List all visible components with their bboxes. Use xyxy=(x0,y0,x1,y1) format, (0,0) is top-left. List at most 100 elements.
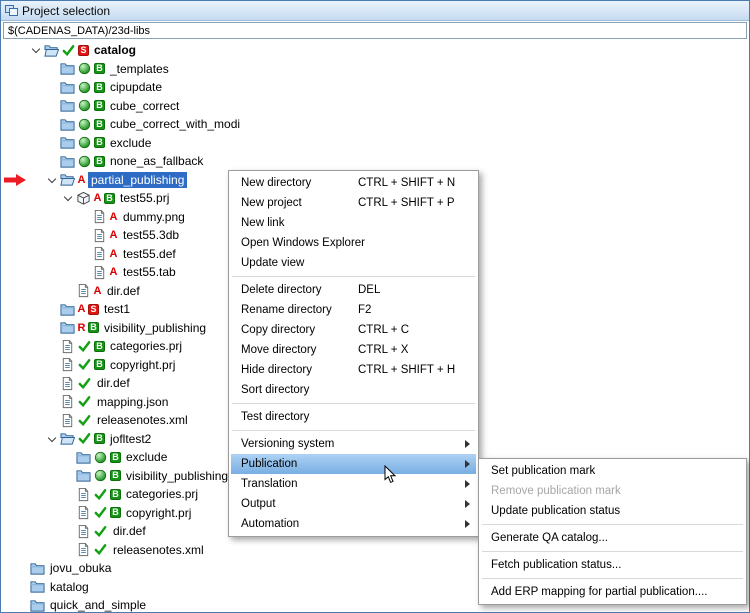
tree-item-label[interactable]: categories.prj xyxy=(107,338,185,354)
menu-item-move-directory[interactable]: Move directory CTRL + X xyxy=(231,340,476,360)
menu-item-versioning-system[interactable]: Versioning system xyxy=(231,434,476,454)
folder-open-icon xyxy=(60,431,75,446)
titlebar[interactable]: Project selection xyxy=(1,1,749,21)
orb-icon xyxy=(93,468,108,483)
tree-item-label[interactable]: copyright.prj xyxy=(107,357,178,373)
file-icon xyxy=(76,283,91,298)
tree-item-cube-correct[interactable]: Bcube_correct xyxy=(2,97,748,116)
menu-item-copy-directory[interactable]: Copy directory CTRL + C xyxy=(231,320,476,340)
tree-item-exclude[interactable]: Bexclude xyxy=(2,134,748,153)
menu-item-generate-qa-catalog[interactable]: Generate QA catalog... xyxy=(481,528,744,548)
tree-item-label[interactable]: releasenotes.xml xyxy=(94,412,191,428)
status-letter-a: A xyxy=(109,210,118,223)
tree-item-label[interactable]: jofltest2 xyxy=(107,431,154,447)
menu-item-translation[interactable]: Translation xyxy=(231,474,476,494)
tree-item-label[interactable]: releasenotes.xml xyxy=(110,542,207,558)
menu-item-publication[interactable]: Publication xyxy=(231,454,476,474)
menu-item-shortcut: CTRL + SHIFT + P xyxy=(358,197,455,209)
tree-item-label[interactable]: visibility_publishing xyxy=(101,320,209,336)
menu-item-label: New directory xyxy=(241,177,312,189)
menu-item-update-view[interactable]: Update view xyxy=(231,253,476,273)
tree-item-label[interactable]: copyright.prj xyxy=(123,505,194,521)
submenu-arrow-icon xyxy=(465,500,470,508)
menu-item-output[interactable]: Output xyxy=(231,494,476,514)
tree-item-label[interactable]: exclude xyxy=(123,449,170,465)
tree-item-cipupdate[interactable]: Bcipupdate xyxy=(2,78,748,97)
tree-item-none-as-fallback[interactable]: Bnone_as_fallback xyxy=(2,152,748,171)
menu-item-shortcut: CTRL + X xyxy=(358,344,409,356)
orb-icon xyxy=(77,117,92,132)
menu-item-fetch-publication-status[interactable]: Fetch publication status... xyxy=(481,555,744,575)
menu-item-test-directory[interactable]: Test directory xyxy=(231,407,476,427)
expander-icon[interactable] xyxy=(62,192,74,204)
menu-item-new-project[interactable]: New project CTRL + SHIFT + P xyxy=(231,193,476,213)
expander-icon[interactable] xyxy=(46,174,58,186)
tree-item-label[interactable]: catalog xyxy=(91,42,139,58)
tree-item-label[interactable]: dir.def xyxy=(94,375,133,391)
folder-icon xyxy=(30,579,45,594)
file-icon xyxy=(76,542,91,557)
file-icon xyxy=(92,209,107,224)
tree-item-label[interactable]: test55.prj xyxy=(117,190,172,206)
tree-item-label[interactable]: cube_correct_with_modi xyxy=(107,116,243,132)
menu-item-new-link[interactable]: New link xyxy=(231,213,476,233)
menu-item-sort-directory[interactable]: Sort directory xyxy=(231,380,476,400)
folder-icon xyxy=(60,80,75,95)
menu-item-delete-directory[interactable]: Delete directory DEL xyxy=(231,280,476,300)
check-icon xyxy=(61,43,76,58)
menu-item-label: Delete directory xyxy=(241,284,322,296)
tree-item-label[interactable]: none_as_fallback xyxy=(107,153,206,169)
tree-item-label[interactable]: jovu_obuka xyxy=(47,560,114,576)
status-letter-a: A xyxy=(93,192,102,205)
menu-item-add-erp-mapping-for-partial-publication[interactable]: Add ERP mapping for partial publication.… xyxy=(481,582,744,602)
expander-icon[interactable] xyxy=(46,433,58,445)
tree-item-catalog[interactable]: Scatalog xyxy=(2,41,748,60)
publication-submenu: Set publication mark Remove publication m… xyxy=(478,458,747,605)
tree-item-label[interactable]: mapping.json xyxy=(94,394,171,410)
tree-item-label[interactable]: _templates xyxy=(107,61,172,77)
orb-icon xyxy=(93,450,108,465)
menu-item-label: New project xyxy=(241,197,302,209)
tree-item-label[interactable]: categories.prj xyxy=(123,486,201,502)
folder-icon xyxy=(76,468,91,483)
tree-item-label[interactable]: exclude xyxy=(107,135,154,151)
tree-item-label[interactable]: visibility_publishing xyxy=(123,468,231,484)
menu-item-hide-directory[interactable]: Hide directory CTRL + SHIFT + H xyxy=(231,360,476,380)
menu-item-rename-directory[interactable]: Rename directory F2 xyxy=(231,300,476,320)
menu-item-open-windows-explorer[interactable]: Open Windows Explorer xyxy=(231,233,476,253)
tree-item-label[interactable]: dummy.png xyxy=(120,209,188,225)
status-letter-a: A xyxy=(77,173,86,186)
tree-item-label[interactable]: test55.def xyxy=(120,246,179,262)
badge-s-icon: S xyxy=(78,44,89,56)
menu-item-new-directory[interactable]: New directory CTRL + SHIFT + N xyxy=(231,173,476,193)
menu-item-automation[interactable]: Automation xyxy=(231,514,476,534)
menu-item-remove-publication-mark[interactable]: Remove publication mark xyxy=(481,481,744,501)
path-field[interactable]: $(CADENAS_DATA)/23d-libs xyxy=(3,22,747,39)
badge-b-icon: B xyxy=(94,340,105,352)
menu-item-set-publication-mark[interactable]: Set publication mark xyxy=(481,461,744,481)
tree-item-label[interactable]: test1 xyxy=(101,301,133,317)
badge-b-icon: B xyxy=(94,118,105,130)
tree-item-label[interactable]: test55.3db xyxy=(120,227,182,243)
check-icon xyxy=(93,505,108,520)
tree-item-label[interactable]: cube_correct xyxy=(107,98,182,114)
menu-item-update-publication-status[interactable]: Update publication status xyxy=(481,501,744,521)
tree-item-label[interactable]: dir.def xyxy=(110,523,149,539)
tree-item-label[interactable]: partial_publishing xyxy=(88,171,188,188)
context-menu: New directory CTRL + SHIFT + N New project… xyxy=(228,170,479,537)
check-icon xyxy=(77,357,92,372)
folder-icon xyxy=(60,135,75,150)
tree-item-cube-correct-with-modi[interactable]: Bcube_correct_with_modi xyxy=(2,115,748,134)
tree-item-label[interactable]: dir.def xyxy=(104,283,143,299)
status-letter-a: A xyxy=(109,247,118,260)
tree-item-label[interactable]: cipupdate xyxy=(107,79,165,95)
badge-b-icon: B xyxy=(94,81,105,93)
check-icon xyxy=(77,339,92,354)
badge-b-icon: B xyxy=(94,63,105,75)
tree-item-label[interactable]: katalog xyxy=(47,579,92,595)
menu-item-label: Translation xyxy=(241,478,298,490)
tree-item-templates[interactable]: B _templates xyxy=(2,60,748,79)
tree-item-label[interactable]: quick_and_simple xyxy=(47,597,149,612)
expander-icon[interactable] xyxy=(30,44,42,56)
tree-item-label[interactable]: test55.tab xyxy=(120,264,179,280)
